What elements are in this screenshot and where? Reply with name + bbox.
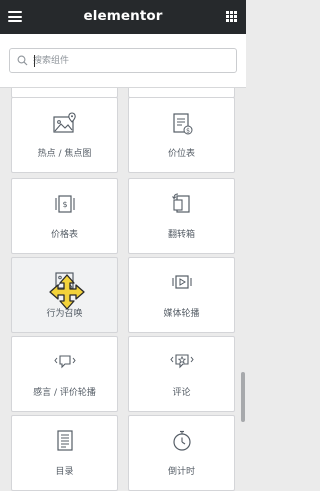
countdown-icon xyxy=(172,430,191,451)
widgets-panel: 热点 / 焦点图 $ 价位表 $ 价格表 翻转箱 行为召唤 媒体轮播 感言 / … xyxy=(0,88,246,491)
widget-label: 价位表 xyxy=(167,149,195,159)
widget-card-table-of-contents[interactable]: 目录 xyxy=(11,415,118,491)
search-box[interactable] xyxy=(9,48,237,73)
scrollbar-thumb[interactable] xyxy=(241,372,245,422)
widget-card-hotspot[interactable]: 热点 / 焦点图 xyxy=(11,97,118,173)
widget-label: 媒体轮播 xyxy=(163,309,200,319)
grid-apps-icon[interactable] xyxy=(226,11,237,22)
widget-label: 感言 / 评价轮播 xyxy=(33,388,96,398)
widget-label: 翻转箱 xyxy=(167,230,195,240)
price-table-icon: $ xyxy=(54,195,75,213)
flip-box-icon xyxy=(171,193,190,213)
table-of-contents-icon xyxy=(56,430,73,451)
elementor-logo: elementor xyxy=(83,8,163,24)
testimonial-carousel-icon xyxy=(53,355,76,369)
media-carousel-icon xyxy=(171,275,192,289)
widget-card-flip-box[interactable]: 翻转箱 xyxy=(128,178,235,254)
reviews-icon xyxy=(169,354,194,369)
widget-label: 倒计时 xyxy=(167,467,195,477)
widget-card-countdown[interactable]: 倒计时 xyxy=(128,415,235,491)
move-cursor-icon xyxy=(49,274,85,310)
widget-card-price-table[interactable]: $ 价格表 xyxy=(11,178,118,254)
text-caret xyxy=(34,55,35,67)
search-icon xyxy=(17,55,28,66)
hotspot-image-icon xyxy=(52,112,76,133)
price-list-icon: $ xyxy=(172,113,192,135)
widget-label: 评论 xyxy=(172,388,191,398)
search-input[interactable] xyxy=(33,50,231,71)
widget-card-reviews[interactable]: 评论 xyxy=(128,336,235,412)
widget-card-price-list[interactable]: $ 价位表 xyxy=(128,97,235,173)
widget-card-testimonial-carousel[interactable]: 感言 / 评价轮播 xyxy=(11,336,118,412)
svg-text:$: $ xyxy=(62,200,67,209)
top-bar: elementor xyxy=(0,0,246,34)
widget-card-media-carousel[interactable]: 媒体轮播 xyxy=(128,257,235,333)
svg-text:$: $ xyxy=(186,128,190,135)
widget-label: 价格表 xyxy=(50,230,78,240)
widget-label: 目录 xyxy=(55,467,74,477)
widget-label: 热点 / 焦点图 xyxy=(37,149,92,159)
search-area xyxy=(0,34,246,87)
